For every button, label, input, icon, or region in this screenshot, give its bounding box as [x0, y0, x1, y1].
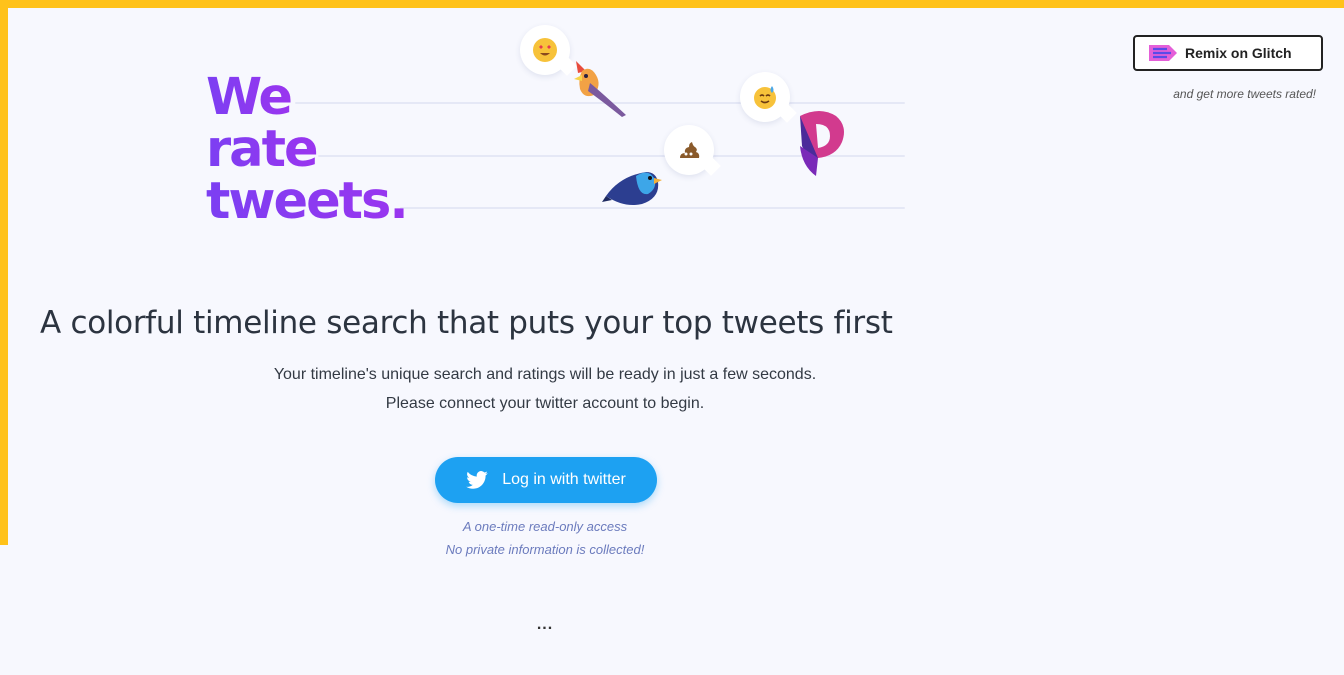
glitch-fish-icon	[1149, 45, 1177, 61]
left-accent-bar	[0, 0, 8, 545]
heart-eyes-emoji-icon	[520, 25, 570, 75]
poop-emoji-icon	[664, 125, 714, 175]
readonly-access-note: A one-time read-only access	[462, 519, 628, 534]
logo-word-we: We	[206, 68, 293, 127]
logo-word-rate: rate	[206, 120, 319, 179]
twitter-bird-icon	[466, 471, 488, 489]
bluebird-icon	[602, 172, 662, 205]
login-with-twitter-button[interactable]: Log in with twitter	[435, 457, 657, 503]
remix-label: Remix on Glitch	[1185, 45, 1292, 61]
remix-on-glitch-button[interactable]: Remix on Glitch	[1133, 35, 1323, 71]
subtext-line-2: Please connect your twitter account to b…	[385, 395, 705, 412]
subtext-line-1: Your timeline's unique search and rating…	[273, 366, 817, 383]
loading-indicator: ...	[536, 616, 554, 633]
top-accent-bar	[0, 0, 1344, 8]
cardinal-bird-icon	[574, 61, 626, 117]
privacy-note: No private information is collected!	[445, 542, 645, 557]
remix-note: and get more tweets rated!	[1173, 87, 1316, 101]
logo-word-tweets: tweets.	[206, 172, 409, 231]
glitch-logo-icon	[800, 111, 844, 176]
page-headline: A colorful timeline search that puts you…	[40, 305, 893, 341]
login-label: Log in with twitter	[502, 471, 626, 488]
sweat-smile-emoji-icon	[740, 72, 790, 122]
